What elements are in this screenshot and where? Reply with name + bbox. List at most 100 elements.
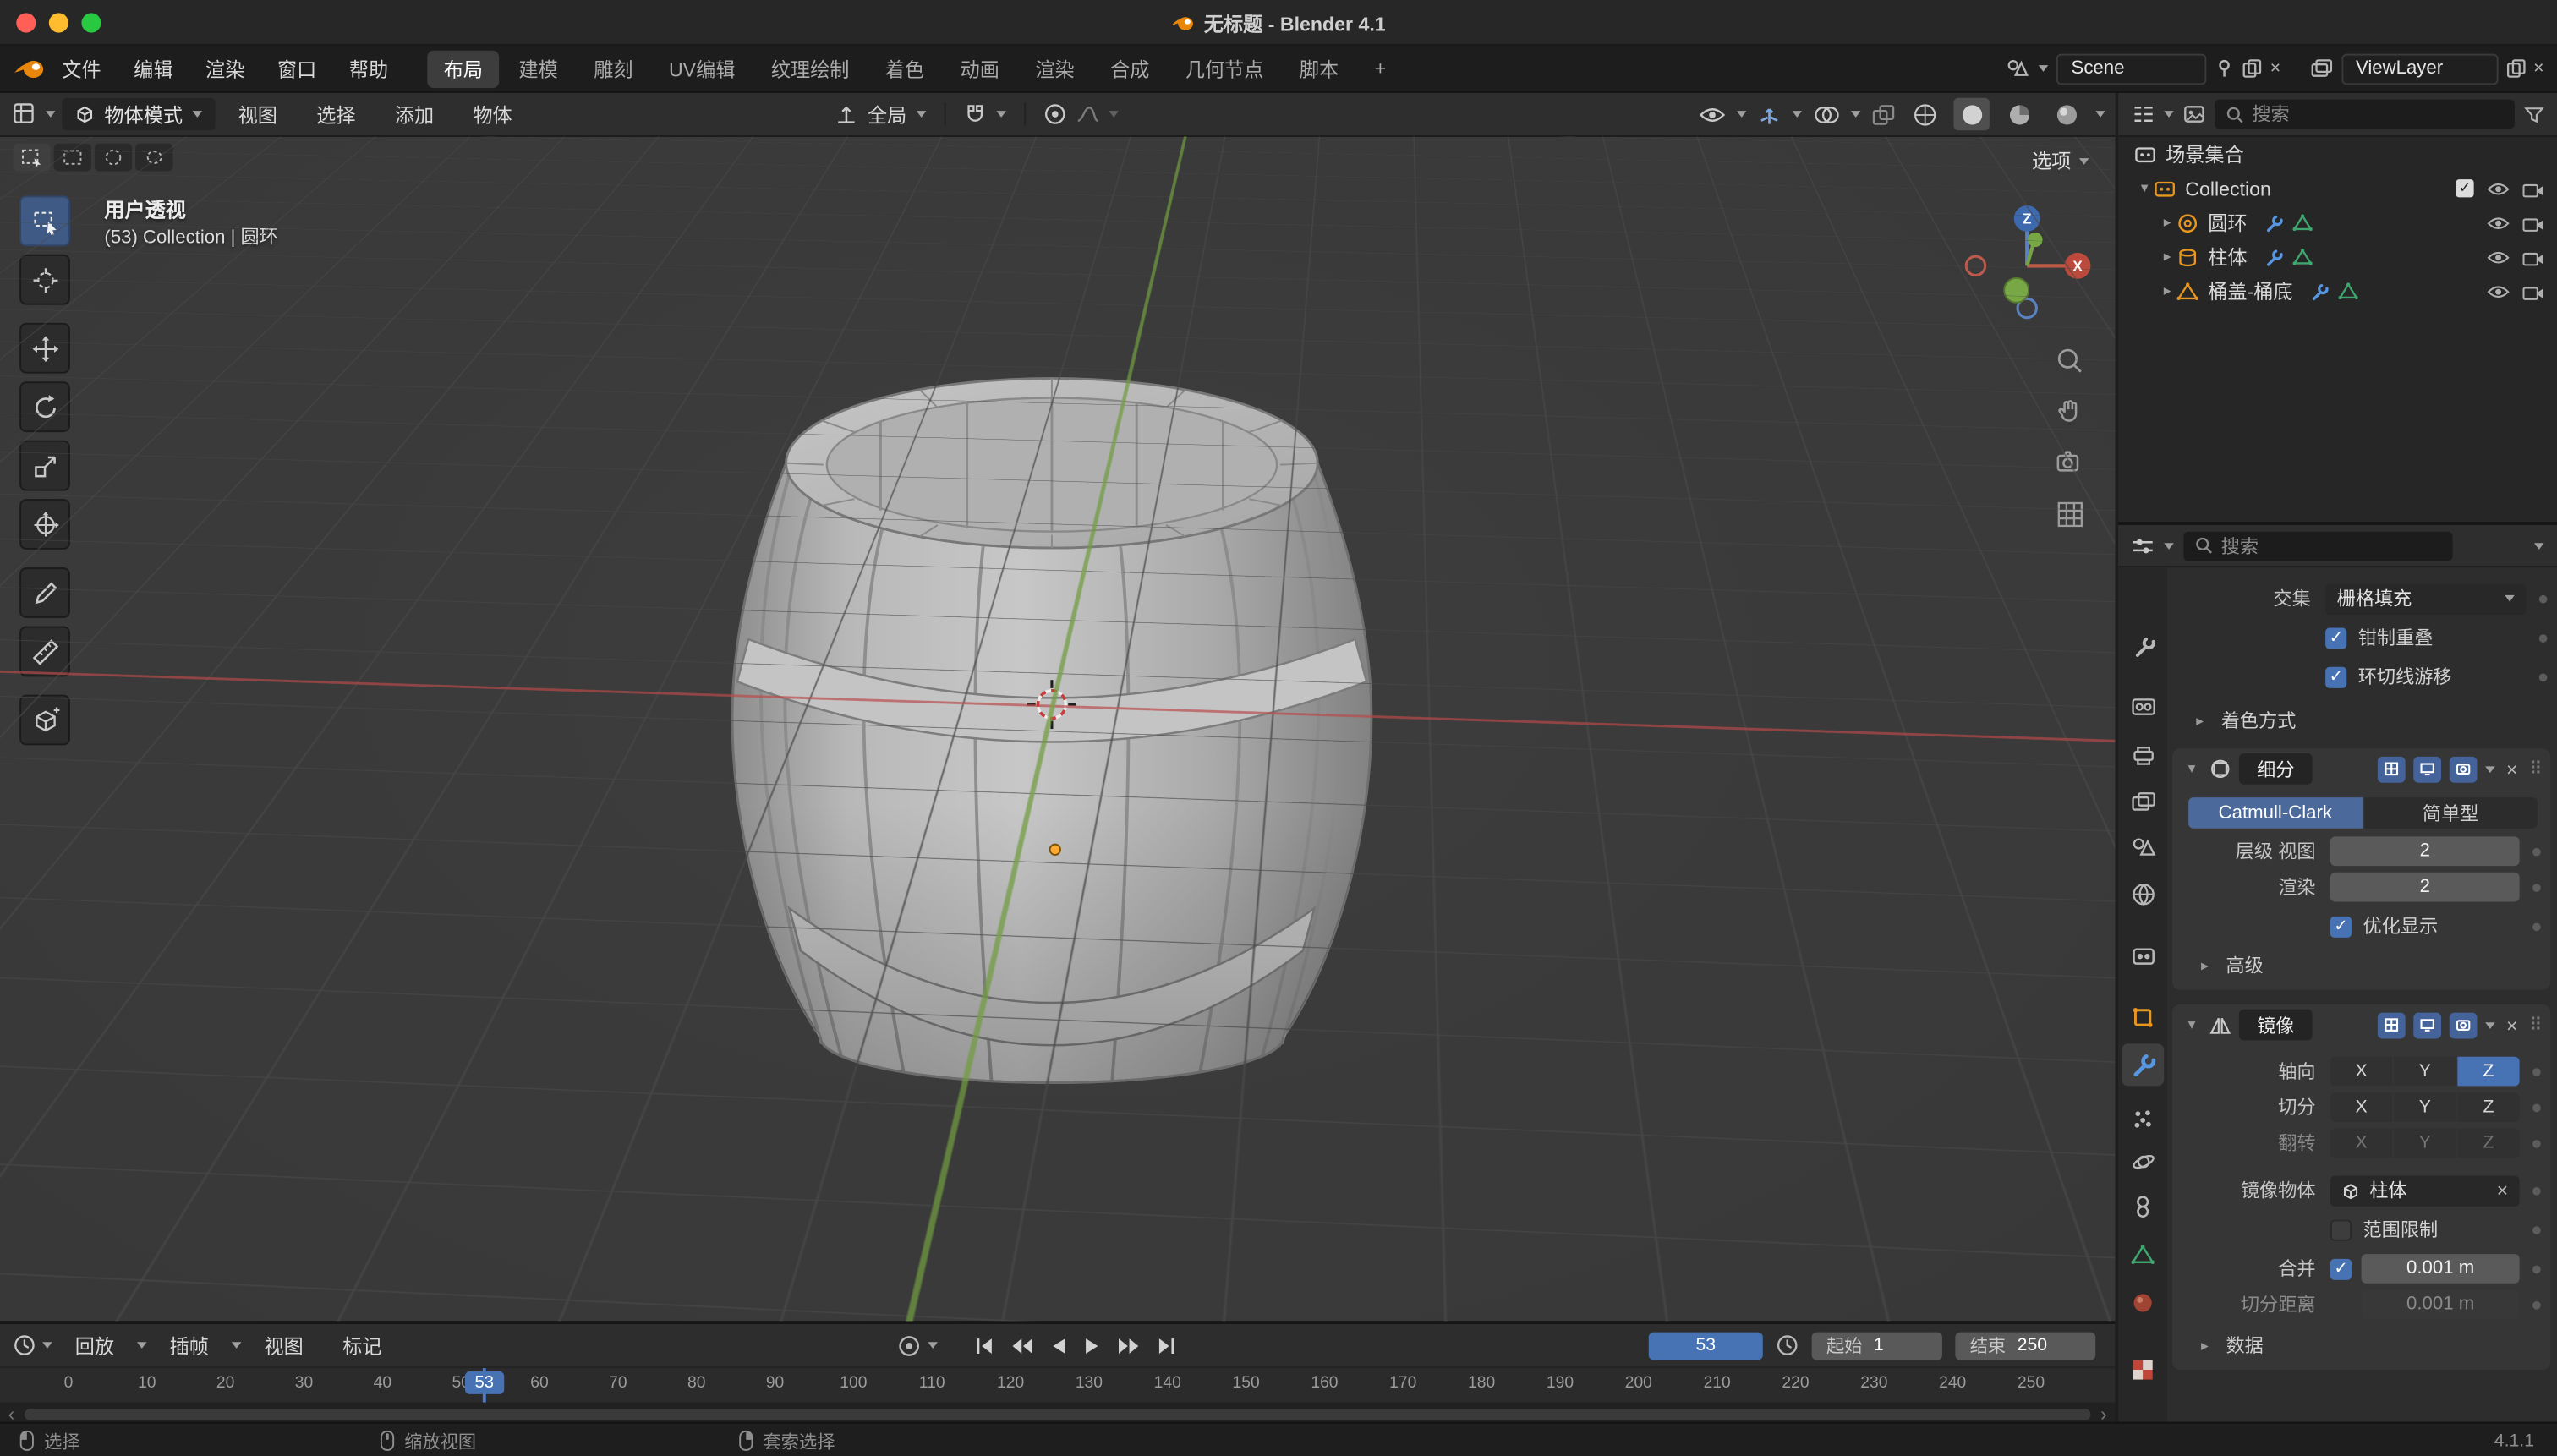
workspace-tab-scripting[interactable]: 脚本: [1284, 50, 1355, 87]
select-lasso-button[interactable]: [135, 144, 172, 172]
animate-dot[interactable]: [2532, 922, 2541, 931]
hide-eye-icon[interactable]: [2487, 283, 2510, 299]
start-frame-field[interactable]: 起始 1: [1812, 1332, 1942, 1360]
workspace-tab-texture-paint[interactable]: 纹理绘制: [755, 50, 866, 87]
hide-eye-icon[interactable]: [2487, 215, 2510, 231]
animate-dot[interactable]: [2532, 847, 2541, 856]
timeline-menu-playback[interactable]: 回放: [58, 1332, 130, 1360]
modifier-extras-chevron[interactable]: [2485, 765, 2495, 772]
hide-eye-icon[interactable]: [2487, 180, 2510, 196]
show-realtime-toggle[interactable]: [2413, 1012, 2441, 1038]
expand-arrow-icon[interactable]: ▸: [2157, 214, 2176, 232]
bisect-distance-field[interactable]: 0.001 m: [2362, 1289, 2520, 1319]
outliner-row-torus[interactable]: ▸ 圆环: [2118, 205, 2557, 239]
editor-type-icon[interactable]: [13, 102, 39, 125]
animate-dot[interactable]: [2532, 883, 2541, 891]
gizmo-neg-y-axis[interactable]: [2004, 278, 2029, 303]
modifier-name-field[interactable]: 镜像: [2239, 1010, 2313, 1041]
workspace-tab-geometry-nodes[interactable]: 几何节点: [1169, 50, 1280, 87]
collection-checkbox[interactable]: ✓: [2456, 179, 2473, 197]
animate-dot[interactable]: [2539, 673, 2548, 681]
gizmo-y-axis[interactable]: [2028, 233, 2042, 247]
optimal-display-checkbox[interactable]: ✓: [2330, 916, 2352, 937]
menu-edit[interactable]: 编辑: [118, 55, 189, 83]
modifier-name-field[interactable]: 细分: [2239, 753, 2313, 785]
menu-render[interactable]: 渲染: [189, 55, 261, 83]
show-in-editmode-toggle[interactable]: [2378, 756, 2406, 782]
drag-handle-icon[interactable]: ⠿: [2529, 1015, 2541, 1036]
outliner-display-mode-icon[interactable]: [2183, 104, 2204, 123]
gizmos-toggle-icon[interactable]: [1758, 102, 1781, 125]
add-workspace-button[interactable]: +: [1358, 52, 1402, 85]
workspace-tab-rendering[interactable]: 渲染: [1019, 50, 1091, 87]
merge-distance-field[interactable]: 0.001 m: [2362, 1254, 2520, 1284]
clamp-overlap-checkbox[interactable]: ✓: [2325, 627, 2346, 649]
playback-chevron[interactable]: [137, 1342, 147, 1349]
animate-dot[interactable]: [2532, 1139, 2541, 1147]
viewport-menu-object[interactable]: 物体: [457, 101, 528, 129]
tool-move[interactable]: [19, 323, 70, 374]
tab-view-layer[interactable]: [2122, 780, 2164, 822]
barrel-model[interactable]: [0, 137, 2115, 1321]
tool-measure[interactable]: [19, 627, 70, 677]
visibility-chevron[interactable]: [1737, 111, 1747, 118]
axis-x-button[interactable]: X: [2330, 1057, 2392, 1087]
tab-object-data[interactable]: [2122, 1233, 2164, 1275]
pin-scene-icon[interactable]: [2215, 58, 2234, 78]
transform-orientation-icon[interactable]: [835, 102, 857, 125]
auto-keying-chevron[interactable]: [928, 1342, 938, 1349]
options-dropdown[interactable]: 选项: [2032, 147, 2089, 175]
properties-editor-chevron[interactable]: [2164, 542, 2174, 549]
tab-world[interactable]: [2122, 873, 2164, 915]
bisect-y-button[interactable]: Y: [2394, 1092, 2456, 1122]
editor-type-chevron[interactable]: [46, 111, 56, 118]
flip-x-button[interactable]: X: [2330, 1129, 2392, 1158]
workspace-tab-layout[interactable]: 布局: [427, 50, 499, 87]
tool-cursor[interactable]: [19, 255, 70, 305]
shading-mode-section[interactable]: ▸ 着色方式: [2167, 708, 2557, 734]
levels-viewport-field[interactable]: 2: [2330, 836, 2520, 866]
loop-slide-checkbox[interactable]: ✓: [2325, 666, 2346, 687]
outliner-editor-chevron[interactable]: [2164, 111, 2174, 118]
viewport-menu-add[interactable]: 添加: [379, 101, 451, 129]
gizmo-neg-x-axis[interactable]: [1966, 256, 1985, 275]
play-button[interactable]: [1081, 1335, 1104, 1356]
viewport-menu-select[interactable]: 选择: [300, 101, 372, 129]
axis-z-button[interactable]: Z: [2457, 1057, 2519, 1087]
proportional-editing-icon[interactable]: [1043, 102, 1066, 125]
filter-icon[interactable]: [2524, 105, 2543, 123]
tool-transform[interactable]: [19, 499, 70, 550]
visibility-icon[interactable]: [1700, 105, 1726, 123]
menu-file[interactable]: 文件: [46, 55, 118, 83]
overlays-toggle-icon[interactable]: [1814, 103, 1840, 124]
tab-modifiers[interactable]: [2122, 1043, 2164, 1086]
clipping-checkbox[interactable]: [2330, 1219, 2352, 1240]
end-frame-field[interactable]: 结束 250: [1955, 1332, 2095, 1360]
show-in-editmode-toggle[interactable]: [2378, 1012, 2406, 1038]
levels-render-field[interactable]: 2: [2330, 873, 2520, 902]
outliner-row-scene-collection[interactable]: 场景集合: [2118, 137, 2557, 171]
intersect-dropdown[interactable]: 栅格填充: [2325, 583, 2526, 614]
animate-dot[interactable]: [2532, 1300, 2541, 1309]
expand-arrow-icon[interactable]: ▸: [2157, 282, 2176, 300]
properties-search-field[interactable]: 搜索: [2183, 531, 2452, 561]
xray-toggle-icon[interactable]: [1872, 103, 1895, 124]
frame-range-clock-icon[interactable]: [1776, 1334, 1799, 1357]
previous-keyframe-button[interactable]: [1008, 1335, 1036, 1356]
show-render-toggle[interactable]: [2450, 1012, 2478, 1038]
disable-render-camera-icon[interactable]: [2522, 180, 2543, 196]
tab-material[interactable]: [2122, 1282, 2164, 1324]
unlink-scene-icon[interactable]: ×: [2270, 58, 2280, 78]
select-box-button[interactable]: [54, 144, 91, 172]
outliner-row-barrel-lid[interactable]: ▸ 桶盖-桶底: [2118, 274, 2557, 308]
modifier-extras-chevron[interactable]: [2485, 1021, 2495, 1028]
new-scene-icon[interactable]: [2242, 58, 2262, 78]
browse-view-layer-icon[interactable]: [2310, 58, 2333, 78]
scene-dropdown-chevron[interactable]: [2039, 65, 2049, 72]
flip-z-button[interactable]: Z: [2457, 1129, 2519, 1158]
tab-object[interactable]: [2122, 996, 2164, 1038]
disable-render-camera-icon[interactable]: [2522, 249, 2543, 265]
workspace-tab-shading[interactable]: 着色: [869, 50, 941, 87]
properties-editor-icon[interactable]: [2132, 536, 2155, 556]
shading-chevron[interactable]: [2095, 111, 2105, 118]
